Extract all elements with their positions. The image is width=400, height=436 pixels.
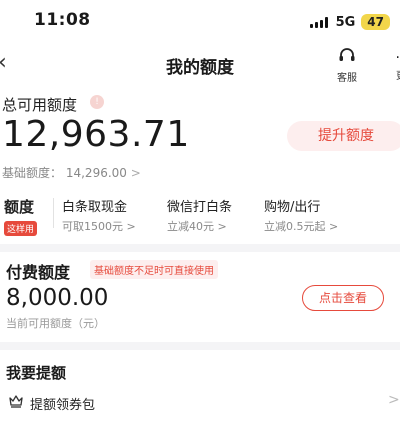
coupon-pack-label: 提额领券包 xyxy=(30,398,96,413)
status-indicators: 5G 47 xyxy=(309,14,390,30)
quota-item-sub: 可取1500元 > xyxy=(62,220,136,233)
chevron-right-icon: > xyxy=(130,166,141,180)
signal-icon xyxy=(309,16,330,28)
total-available-label: 总可用额度 xyxy=(2,96,78,114)
status-time: 11:08 xyxy=(34,10,91,30)
quota-item-wechat[interactable]: 微信打白条 立减40元 > xyxy=(167,196,232,234)
paid-quota-amount: 8,000.00 xyxy=(6,285,109,311)
total-available-amount: 12,963.71 xyxy=(2,114,190,155)
credit-summary-card: 总可用额度 ! 12,963.71 提升额度 基础额度： 14,296.00 >… xyxy=(0,84,400,244)
quota-item-sub: 立减0.5元起 > xyxy=(264,220,339,233)
base-limit-link[interactable]: 基础额度： 14,296.00 > xyxy=(2,164,141,181)
info-icon[interactable]: ! xyxy=(90,95,104,109)
more-button[interactable]: ·· 更 xyxy=(386,47,400,82)
status-bar: 11:08 5G 47 xyxy=(0,0,400,44)
paid-quota-tag: 基础额度不足时可直接使用 xyxy=(90,260,218,279)
nav-bar: ‹ 我的额度 客服 ·· 更 xyxy=(0,44,400,84)
quota-item-title: 微信打白条 xyxy=(167,200,233,215)
quota-usage-title: 额度 xyxy=(4,198,35,216)
base-limit-amount: 14,296.00 xyxy=(65,166,127,180)
quota-item-title: 购物/出行 xyxy=(264,200,321,215)
paid-quota-sub: 当前可用额度（元） xyxy=(6,317,105,330)
customer-service-label: 客服 xyxy=(337,73,357,84)
divider xyxy=(53,198,54,228)
quota-item-shopping[interactable]: 购物/出行 立减0.5元起 > xyxy=(264,196,338,234)
quota-item-title: 白条取现金 xyxy=(62,200,128,215)
raise-section-title: 我要提额 xyxy=(6,364,67,382)
quota-item-cash[interactable]: 白条取现金 可取1500元 > xyxy=(62,196,136,234)
chevron-right-icon: > xyxy=(388,392,400,408)
quota-usage-badge: 这样用 xyxy=(4,221,38,236)
raise-limit-section: 我要提额 提额领券包 > xyxy=(0,350,400,436)
headset-icon xyxy=(339,48,355,61)
paid-quota-card: 付费额度 基础额度不足时可直接使用 8,000.00 当前可用额度（元） 点击查… xyxy=(0,252,400,342)
network-type: 5G xyxy=(335,14,356,30)
customer-service-button[interactable]: 客服 xyxy=(330,47,364,84)
more-dots-icon: ·· xyxy=(396,50,400,66)
quota-usage-row: 额度 这样用 白条取现金 可取1500元 > 微信打白条 立减40元 > 购物/… xyxy=(0,192,400,236)
battery-icon: 47 xyxy=(361,14,390,30)
quota-usage-tab[interactable]: 额度 这样用 xyxy=(4,196,38,236)
view-paid-quota-button[interactable]: 点击查看 xyxy=(302,285,384,311)
quota-item-sub: 立减40元 > xyxy=(167,220,227,233)
crown-icon xyxy=(9,395,23,408)
paid-quota-title: 付费额度 xyxy=(6,263,71,282)
coupon-pack-item[interactable]: 提额领券包 > xyxy=(0,388,400,418)
raise-limit-button[interactable]: 提升额度 xyxy=(287,121,400,151)
more-label: 更 xyxy=(386,67,400,82)
base-limit-label: 基础额度： xyxy=(2,166,63,180)
